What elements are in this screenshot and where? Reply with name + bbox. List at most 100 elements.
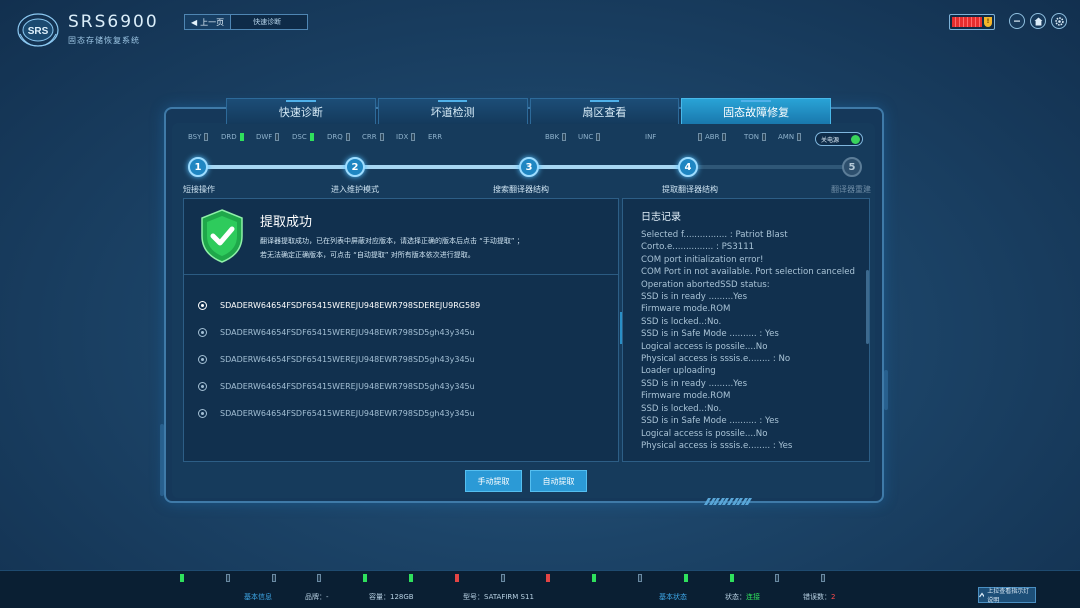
- indicator-led: [596, 133, 601, 141]
- settings-button[interactable]: [1051, 13, 1067, 29]
- status-leds: [180, 574, 900, 584]
- back-button[interactable]: ◀ 上一页: [185, 15, 232, 29]
- indicator-help-button[interactable]: 上拉查看指示灯说明: [978, 587, 1036, 604]
- indicator-drq: DRQ: [327, 133, 350, 141]
- model-value: 型号：SATAFIRM S11: [463, 593, 534, 601]
- status-led: [821, 574, 826, 582]
- radio-button[interactable]: [198, 355, 207, 364]
- indicator-bbk: BBK: [545, 133, 567, 141]
- help-label: 上拉查看指示灯说明: [987, 588, 1030, 604]
- home-button[interactable]: [1030, 13, 1046, 29]
- toggle-knob: [851, 135, 860, 144]
- result-title: 提取成功: [260, 215, 313, 230]
- chevron-up-icon: [979, 592, 985, 598]
- app-subtitle: 固态存储恢复系统: [68, 36, 140, 45]
- indicator-led: [411, 133, 416, 141]
- indicator-dwf: DWF: [256, 133, 280, 141]
- indicator-dsc: DSC: [292, 133, 314, 141]
- basic-info-title: 基本信息: [244, 593, 272, 601]
- panel-decoration: [703, 498, 752, 506]
- divider: [184, 274, 618, 275]
- step-1: 1: [188, 157, 208, 177]
- log-line: SSD is in Safe Mode .......... : Yes: [641, 416, 779, 427]
- breadcrumb: 快速诊断: [253, 18, 282, 26]
- back-label: 上一页: [200, 17, 225, 27]
- indicator-led: [275, 133, 280, 141]
- radio-button[interactable]: [198, 409, 207, 418]
- indicator-led: [239, 133, 244, 141]
- radio-button[interactable]: [198, 328, 207, 337]
- indicator-led: [309, 133, 314, 141]
- status-led: [180, 574, 184, 582]
- tab-sector-view[interactable]: 扇区查看: [529, 98, 680, 124]
- indicator-led: [562, 133, 567, 141]
- indicator-led: [698, 133, 702, 141]
- status-led: [683, 574, 688, 582]
- status-indicators: BSY DRD DWF DSC DRQ CRR IDX ERR BBK UNC …: [188, 133, 808, 145]
- status-led: [363, 574, 368, 582]
- radio-button[interactable]: [198, 382, 207, 391]
- log-line: Physical access is sssis.e........ : Yes: [641, 440, 793, 451]
- app-title: SRS6900: [68, 12, 159, 32]
- log-line: Selected f................ : Patriot Bla…: [641, 230, 788, 240]
- log-lines: Selected f................ : Patriot Bla…: [641, 229, 863, 452]
- indicator-ton: TON: [744, 133, 767, 141]
- version-item[interactable]: SDADERW64654FSDF65415WEREJU948EWR798SD5g…: [198, 319, 598, 346]
- step-label-5: 翻译器重建: [831, 185, 871, 194]
- manual-extract-button[interactable]: 手动提取: [465, 470, 522, 492]
- log-line: COM port initialization error!: [641, 254, 764, 265]
- version-list: SDADERW64654FSDF65415WEREJU948EWR798SDER…: [198, 292, 598, 427]
- version-text: SDADERW64654FSDF65415WEREJU948EWR798SD5g…: [220, 409, 475, 418]
- indicator-led: [204, 133, 209, 141]
- log-line: Loader uploading: [641, 366, 716, 377]
- indicator-drd: DRD: [221, 133, 244, 141]
- status-led: [500, 574, 505, 582]
- log-line: Physical access is sssis.e........ : No: [641, 354, 791, 365]
- version-item[interactable]: SDADERW64654FSDF65415WEREJU948EWR798SD5g…: [198, 346, 598, 373]
- log-line: Logical access is possile....No: [641, 341, 768, 352]
- status-led: [271, 574, 276, 582]
- auto-extract-button[interactable]: 自动提取: [530, 470, 587, 492]
- error-count-value: 2: [831, 593, 836, 601]
- version-item[interactable]: SDADERW64654FSDF65415WEREJU948EWR798SD5g…: [198, 400, 598, 427]
- log-scrollbar[interactable]: [866, 270, 869, 344]
- version-text: SDADERW64654FSDF65415WEREJU948EWR798SD5g…: [220, 328, 475, 337]
- error-count: 错误数：2: [803, 593, 836, 601]
- log-line: Logical access is possile....No: [641, 428, 768, 439]
- status-led: [546, 574, 551, 582]
- status-led: [225, 574, 230, 582]
- step-2: 2: [345, 157, 365, 177]
- result-description-line-2: 若无法确定正确版本，可点击 “自动提取” 对所有版本依次进行提取。: [260, 251, 475, 259]
- step-label-1: 短接操作: [183, 185, 215, 194]
- log-line: SSD is in ready .........Yes: [641, 292, 748, 303]
- tab-bar: 快速诊断 坏道检测 扇区查看 固态故障修复: [226, 98, 831, 124]
- app-logo: SRS: [17, 13, 59, 47]
- indicator-unc: UNC: [578, 133, 601, 141]
- radio-button[interactable]: [198, 301, 207, 310]
- log-title: 日志记录: [641, 212, 681, 223]
- battery-shield-icon: !: [984, 17, 992, 27]
- minimize-button[interactable]: [1009, 13, 1025, 29]
- status-led: [409, 574, 413, 582]
- tab-quick-diagnosis[interactable]: 快速诊断: [226, 98, 376, 124]
- version-item[interactable]: SDADERW64654FSDF65415WEREJU948EWR798SD5g…: [198, 373, 598, 400]
- tab-bad-sector-check[interactable]: 坏道检测: [377, 98, 528, 124]
- power-toggle[interactable]: 关电源: [815, 132, 863, 146]
- step-3: 3: [519, 157, 539, 177]
- indicator-led: [722, 133, 727, 141]
- step-5: 5: [842, 157, 862, 177]
- version-item[interactable]: SDADERW64654FSDF65415WEREJU948EWR798SDER…: [198, 292, 598, 319]
- indicator-bsy: BSY: [188, 133, 209, 141]
- brand-value: 品牌：-: [305, 593, 329, 601]
- tab-ssd-fault-repair[interactable]: 固态故障修复: [681, 98, 831, 124]
- indicator-amn: AMN: [778, 133, 802, 141]
- version-text: SDADERW64654FSDF65415WEREJU948EWR798SD5g…: [220, 382, 475, 391]
- log-line: COM Port in not available. Port selectio…: [641, 267, 856, 278]
- basic-status-title: 基本状态: [659, 593, 687, 601]
- version-text: SDADERW64654FSDF65415WEREJU948EWR798SDER…: [220, 301, 481, 310]
- battery-indicator: !: [949, 14, 995, 30]
- connection-state: 状态：连接: [725, 593, 760, 601]
- result-description: 翻译器提取成功，已在列表中屏蔽对应版本，请选择正确的版本后点击 “手动提取” ；…: [260, 234, 610, 262]
- indicator-inf: INF: [645, 133, 657, 141]
- stepper-track-remaining: [688, 165, 852, 169]
